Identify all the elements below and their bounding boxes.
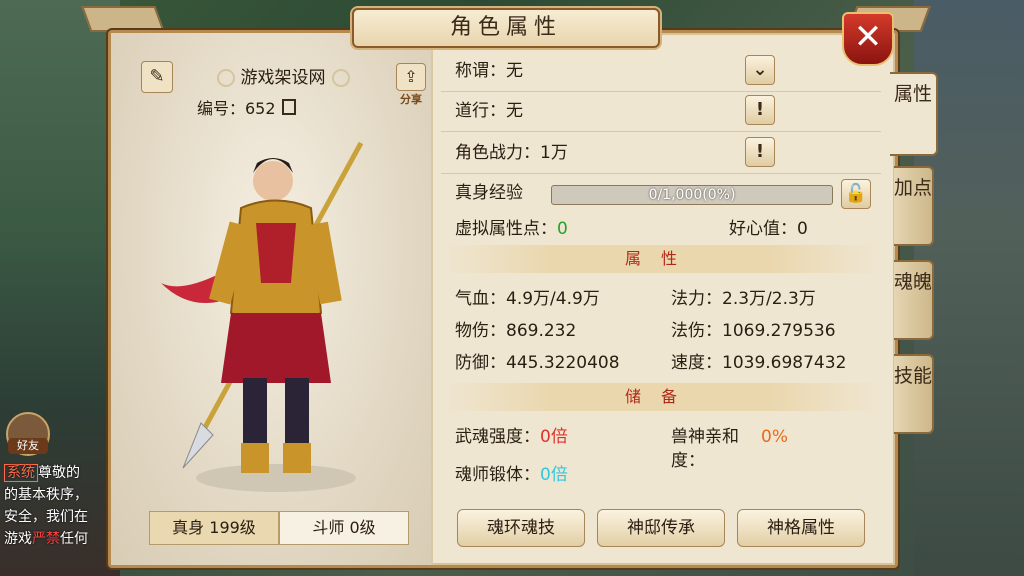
share-icon: ⇪ xyxy=(396,63,426,91)
power-row: 角色战力：1万 xyxy=(455,143,568,163)
chat-line-1: 尊敬的 xyxy=(38,465,80,481)
panel-corner-left xyxy=(81,6,165,32)
wuhun-value: 0倍 xyxy=(540,427,568,447)
chat-line-4a: 游戏 xyxy=(4,531,32,547)
chat-line-4b: 严禁 xyxy=(32,531,60,547)
friend-button[interactable]: 好友 xyxy=(6,412,50,456)
tab-doushi[interactable]: 斗师 0级 xyxy=(279,511,409,545)
panel-title: 角色属性 xyxy=(352,8,660,48)
soul-row: 魂师锻体：0倍 xyxy=(455,457,568,493)
info-area: 称谓：无 ⌄ 道行：无 ! 角色战力：1万 ! 真身经验 0/1,000(0%)… xyxy=(433,33,889,565)
tab-true-body[interactable]: 真身 199级 xyxy=(149,511,279,545)
virtual-points-value: 0 xyxy=(557,219,568,239)
attr-magic-dmg: 法伤：1069.279536 xyxy=(671,321,836,341)
chat-line-2: 的基本秩序， xyxy=(4,487,88,503)
character-attributes-panel: ✎ 游戏架设网 编号：652 ⇪ 分享 真身 199级 斗师 0级 称谓：无 ⌄… xyxy=(108,30,898,568)
attr-speed: 速度：1039.6987432 xyxy=(671,353,847,373)
divider xyxy=(441,91,881,92)
attr-hp: 气血：4.9万/4.9万 xyxy=(455,289,600,309)
reserve-section-title: 储备 xyxy=(441,383,881,411)
attr-mp: 法力：2.3万/2.3万 xyxy=(671,289,816,309)
divider xyxy=(441,131,881,132)
title-row: 称谓：无 xyxy=(455,61,523,81)
lock-icon: 🔓 xyxy=(844,183,868,204)
chat-system-tag: 系统 xyxy=(4,464,38,482)
hero-portrait xyxy=(161,141,364,492)
divine-inherit-button[interactable]: 神邸传承 xyxy=(597,509,725,547)
kindness-row: 好心值：0 xyxy=(729,219,808,239)
attr-phys-dmg: 物伤：869.232 xyxy=(455,321,577,341)
soul-label: 魂师锻体： xyxy=(455,465,540,485)
pencil-icon: ✎ xyxy=(149,66,165,87)
beast-value: 0% xyxy=(761,427,788,447)
tab-skills[interactable]: 技能 xyxy=(894,354,934,434)
title-dropdown-button[interactable]: ⌄ xyxy=(745,55,775,85)
tab-add-points[interactable]: 加点 xyxy=(894,166,934,246)
dao-row: 道行：无 xyxy=(455,101,523,121)
exp-progress-text: 0/1,000(0%) xyxy=(648,187,736,203)
form-tabs: 真身 199级 斗师 0级 xyxy=(149,511,409,545)
chat-line-4c: 任何 xyxy=(60,531,88,547)
virtual-points-row: 虚拟属性点：0 xyxy=(455,211,568,247)
system-chat: 系统 尊敬的 的基本秩序， 安全，我们在 游戏严禁任何 xyxy=(4,462,114,550)
tab-attributes[interactable]: 属性 xyxy=(890,72,938,156)
unlock-button[interactable]: 🔓 xyxy=(841,179,871,209)
attr-defense: 防御：445.3220408 xyxy=(455,353,620,373)
share-label: 分享 xyxy=(400,93,422,106)
exp-label: 真身经验 xyxy=(455,183,523,203)
attributes-section-title: 属性 xyxy=(441,245,881,273)
soul-ring-button[interactable]: 魂环魂技 xyxy=(457,509,585,547)
wuhun-row: 武魂强度：0倍 xyxy=(455,419,568,455)
chat-line-3: 安全，我们在 xyxy=(4,509,88,525)
divinity-attr-button[interactable]: 神格属性 xyxy=(737,509,865,547)
exp-progress-bar: 0/1,000(0%) xyxy=(551,185,833,205)
exclamation-icon: ! xyxy=(755,99,765,120)
wuhun-label: 武魂强度： xyxy=(455,427,540,447)
close-button[interactable]: ✕ xyxy=(842,12,894,66)
character-name: 游戏架设网 xyxy=(193,63,373,88)
character-id: 编号：652 xyxy=(197,95,296,119)
divider xyxy=(441,173,881,174)
chevron-down-icon: ⌄ xyxy=(752,59,768,80)
power-info-button[interactable]: ! xyxy=(745,137,775,167)
character-name-text: 游戏架设网 xyxy=(240,68,326,88)
friend-label: 好友 xyxy=(8,438,48,454)
tab-soul[interactable]: 魂魄 xyxy=(894,260,934,340)
copy-icon[interactable] xyxy=(281,99,296,115)
character-id-text: 编号：652 xyxy=(197,99,276,118)
exclamation-icon: ! xyxy=(755,141,765,162)
portrait-area: ✎ 游戏架设网 编号：652 ⇪ 分享 真身 199级 斗师 0级 xyxy=(111,33,433,565)
share-button[interactable]: ⇪ 分享 xyxy=(396,63,426,106)
close-icon: ✕ xyxy=(853,17,883,57)
edit-name-button[interactable]: ✎ xyxy=(141,61,173,93)
beast-label-2: 度： xyxy=(671,451,705,471)
virtual-points-label: 虚拟属性点： xyxy=(455,219,557,239)
dao-info-button[interactable]: ! xyxy=(745,95,775,125)
soul-value: 0倍 xyxy=(540,465,568,485)
